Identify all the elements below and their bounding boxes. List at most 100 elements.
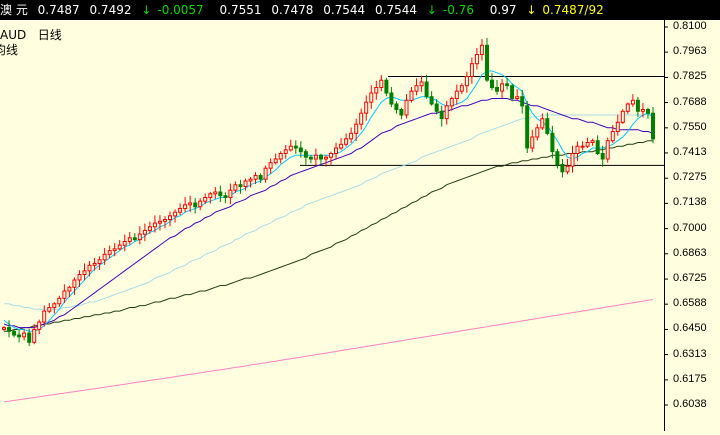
ma-mid-line [3,98,654,329]
y-tick-label: 0.6863 [673,246,707,259]
candle-body [228,189,233,198]
quote-name: 澳 元 [0,3,28,17]
price-chart[interactable] [0,0,720,431]
candle-body [389,92,394,105]
y-tick-label: 0.7825 [673,70,707,83]
candle-body [580,145,585,148]
candle-body [545,118,550,134]
candle-body [67,286,72,292]
candle-body [313,154,318,160]
candle-body [374,87,379,94]
candle-body [87,264,92,272]
candle-body [258,175,263,180]
candle-body [651,112,655,140]
y-tick-label: 0.7275 [673,171,707,184]
quote-change: -0.0057 [157,3,204,17]
candle-body [429,96,434,105]
candle-body [364,101,369,114]
candle-body [535,127,540,138]
candle-body [2,327,6,330]
candle-body [444,105,449,120]
y-tick-label: 0.6725 [673,272,707,285]
candle-body [369,92,374,103]
candle-body [490,79,494,88]
candle-body [565,165,570,173]
candle-body [188,202,193,206]
candle-body [158,220,162,224]
candle-body [92,263,97,266]
candle-body [590,140,595,143]
quote-high: 0.7551 [219,3,262,17]
candle-body [409,90,414,101]
down-arrow-icon: ↓ [426,3,437,17]
candle-body [163,219,167,222]
candle-body [540,118,545,129]
candle-body [515,96,520,99]
chart-area[interactable] [0,0,720,431]
candle-body [485,44,489,81]
candle-body [615,121,620,133]
candle-body [439,110,444,120]
candle-body [640,109,645,112]
candle-body [414,85,419,92]
candle-body [419,81,424,87]
candle-body [173,211,178,217]
candle-body [449,98,454,107]
candle-body [193,202,198,208]
candle-body [183,204,188,210]
quote-open: 0.7544 [323,3,366,17]
candle-body [27,332,32,343]
candle-body [505,83,510,87]
candle-body [82,270,87,275]
candle-body [223,195,228,198]
period-label: 日线 [37,28,62,42]
y-tick-label: 0.6588 [673,297,707,310]
candle-body [329,153,333,158]
candle-body [107,250,112,255]
candle-body [253,175,258,180]
candle-body [469,63,474,78]
candle-body [12,330,17,336]
y-tick-label: 0.8100 [673,20,707,32]
candle-body [97,259,102,264]
candle-body [268,162,273,169]
candle-body [32,329,37,343]
candle-body [530,136,535,149]
candle-body [248,178,253,182]
candle-body [520,96,525,107]
candle-body [213,191,218,195]
y-tick-label: 0.6175 [673,372,707,385]
candle-body [610,131,615,142]
candle-body [127,237,132,243]
y-tick-label: 0.6450 [673,322,707,335]
candle-body [243,180,248,187]
candle-body [102,253,107,261]
candle-body [203,197,208,202]
candle-body [354,123,359,134]
candle-body [379,79,384,88]
candle-body [122,241,127,246]
quote-low: 0.7478 [271,3,314,17]
candle-body [293,145,298,149]
candle-body [57,297,62,305]
candle-body [479,44,484,55]
candle-body [525,105,530,149]
candle-body [7,327,11,332]
candle-body [359,112,364,125]
candle-body [152,222,157,228]
quote-last: 0.7487 [37,3,80,17]
y-tick-label: 0.7963 [673,45,707,58]
y-tick-label: 0.7413 [673,145,707,158]
candle-body [42,310,47,323]
candle-body [605,140,610,160]
candle-body [273,158,278,164]
candle-body [555,151,560,165]
candle-body [112,248,117,252]
candle-body [132,237,137,241]
candle-body [495,87,499,92]
candle-body [238,184,243,187]
candle-body [117,244,122,250]
quote-close: 0.7544 [375,3,418,17]
candle-body [575,145,580,154]
candle-body [424,81,429,98]
